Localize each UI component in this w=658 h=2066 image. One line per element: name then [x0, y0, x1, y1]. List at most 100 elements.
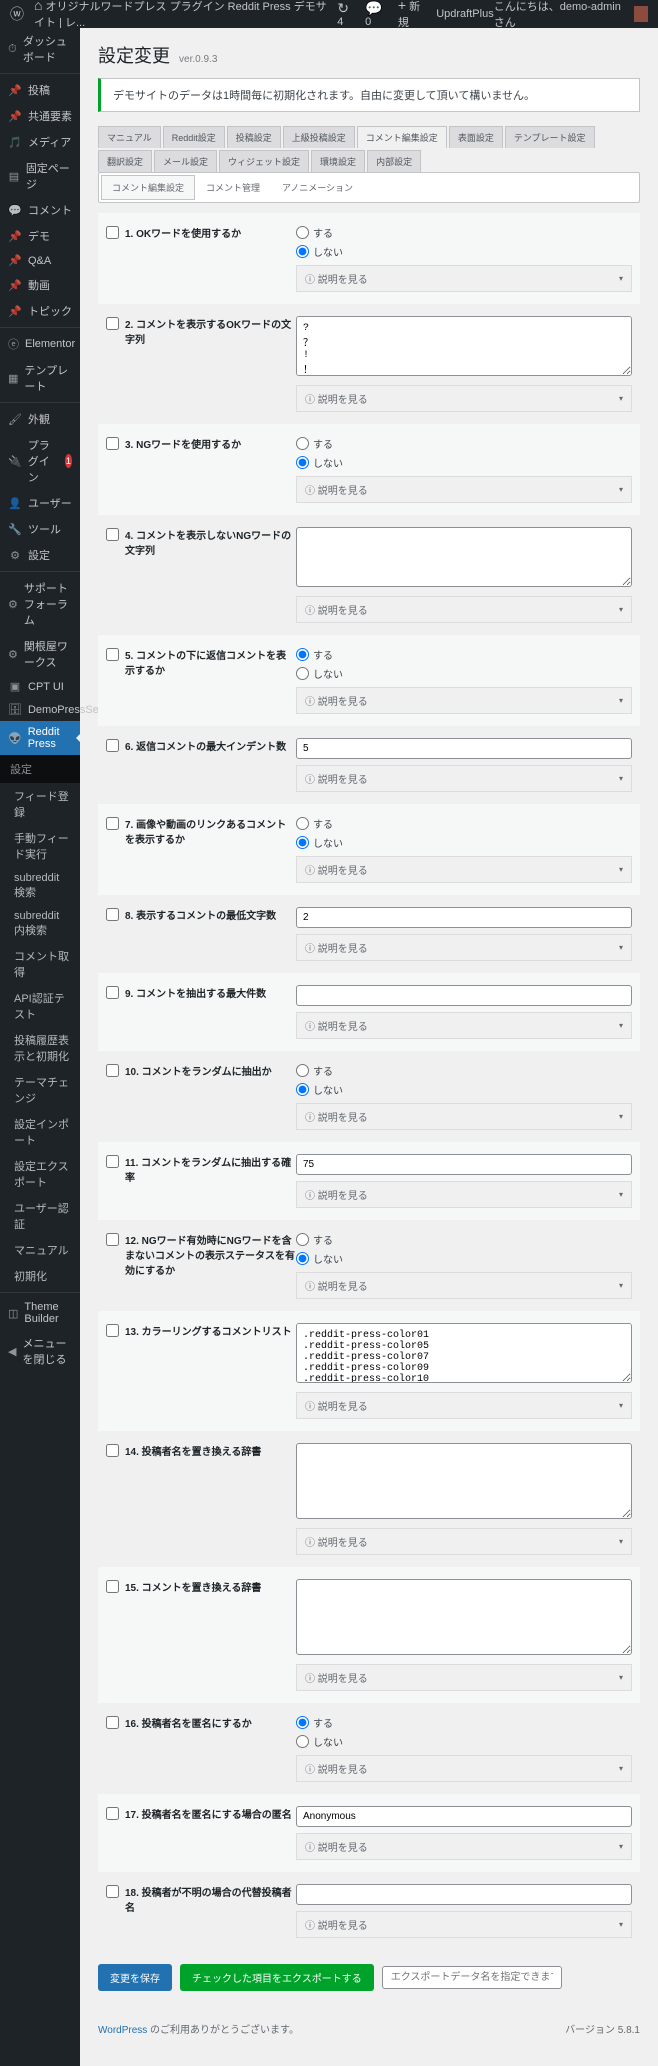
textarea-field[interactable]	[296, 527, 632, 587]
radio-option[interactable]: する	[296, 436, 632, 451]
radio-option[interactable]: する	[296, 816, 632, 831]
export-name-input[interactable]	[382, 1966, 562, 1989]
sidebar-item-settings[interactable]: ⚙設定	[0, 542, 80, 568]
row-checkbox[interactable]	[106, 226, 119, 239]
subtab[interactable]: コメント管理	[195, 175, 271, 200]
row-checkbox[interactable]	[106, 1064, 119, 1077]
info-toggle[interactable]: ⓘ 説明を見る	[296, 1833, 632, 1860]
new-content-link[interactable]: + 新規	[398, 0, 426, 30]
updates-link[interactable]: ↻ 4	[337, 1, 355, 28]
sidebar-sub-item[interactable]: subreddit検索	[0, 867, 80, 905]
subtab[interactable]: コメント編集設定	[101, 175, 195, 200]
sidebar-sub-item[interactable]: 投稿履歴表示と初期化	[0, 1027, 80, 1069]
avatar[interactable]	[634, 6, 648, 22]
tab[interactable]: コメント編集設定	[357, 126, 447, 148]
info-toggle[interactable]: ⓘ 説明を見る	[296, 596, 632, 623]
row-checkbox[interactable]	[106, 1233, 119, 1246]
sidebar-collapse[interactable]: ◀メニューを閉じる	[0, 1330, 80, 1372]
row-checkbox[interactable]	[106, 648, 119, 661]
tab[interactable]: マニュアル	[98, 126, 161, 148]
row-checkbox[interactable]	[106, 817, 119, 830]
sidebar-item-template[interactable]: ▦テンプレート	[0, 357, 80, 399]
info-toggle[interactable]: ⓘ 説明を見る	[296, 1528, 632, 1555]
sidebar-item-appearance[interactable]: 🖌外観	[0, 406, 80, 432]
row-checkbox[interactable]	[106, 1324, 119, 1337]
sidebar-item-plugins[interactable]: 🔌プラグイン1	[0, 432, 80, 490]
sidebar-item-related[interactable]: ⚙関根屋ワークス	[0, 633, 80, 675]
row-checkbox[interactable]	[106, 1807, 119, 1820]
sidebar-item-theme-builder[interactable]: ◫Theme Builder	[0, 1296, 80, 1330]
row-checkbox[interactable]	[106, 317, 119, 330]
sidebar-item-topic[interactable]: 📌トピック	[0, 298, 80, 324]
radio-option[interactable]: しない	[296, 835, 632, 850]
radio-option[interactable]: しない	[296, 455, 632, 470]
info-toggle[interactable]: ⓘ 説明を見る	[296, 265, 632, 292]
textarea-field[interactable]	[296, 316, 632, 376]
sidebar-item-media[interactable]: 🎵メディア	[0, 129, 80, 155]
info-toggle[interactable]: ⓘ 説明を見る	[296, 1103, 632, 1130]
radio-option[interactable]: する	[296, 647, 632, 662]
sidebar-item-qa[interactable]: 📌Q&A	[0, 249, 80, 272]
row-checkbox[interactable]	[106, 528, 119, 541]
text-field[interactable]	[296, 985, 632, 1006]
row-checkbox[interactable]	[106, 1716, 119, 1729]
save-button[interactable]: 変更を保存	[98, 1964, 172, 1991]
tab[interactable]: 表面設定	[449, 126, 503, 148]
row-checkbox[interactable]	[106, 739, 119, 752]
sidebar-item-tools[interactable]: 🔧ツール	[0, 516, 80, 542]
info-toggle[interactable]: ⓘ 説明を見る	[296, 476, 632, 503]
textarea-field[interactable]	[296, 1323, 632, 1383]
row-checkbox[interactable]	[106, 986, 119, 999]
info-toggle[interactable]: ⓘ 説明を見る	[296, 1911, 632, 1938]
sidebar-item-posts[interactable]: 📌投稿	[0, 77, 80, 103]
updraft-link[interactable]: UpdraftPlus	[436, 8, 493, 20]
text-field[interactable]	[296, 1806, 632, 1827]
tab[interactable]: テンプレート設定	[505, 126, 595, 148]
info-toggle[interactable]: ⓘ 説明を見る	[296, 1664, 632, 1691]
info-toggle[interactable]: ⓘ 説明を見る	[296, 1272, 632, 1299]
subtab[interactable]: アノニメーション	[271, 175, 364, 200]
sidebar-item-cpt[interactable]: ▣CPT UI	[0, 675, 80, 698]
sidebar-sub-item[interactable]: ユーザー認証	[0, 1195, 80, 1237]
radio-option[interactable]: しない	[296, 1251, 632, 1266]
info-toggle[interactable]: ⓘ 説明を見る	[296, 1392, 632, 1419]
sidebar-item-support[interactable]: ⚙サポートフォーラム	[0, 575, 80, 633]
site-home-link[interactable]: ⌂ オリジナルワードプレス プラグイン Reddit Press デモサイト |…	[34, 0, 327, 30]
tab[interactable]: メール設定	[154, 150, 217, 172]
radio-option[interactable]: しない	[296, 1082, 632, 1097]
info-toggle[interactable]: ⓘ 説明を見る	[296, 385, 632, 412]
radio-option[interactable]: しない	[296, 1734, 632, 1749]
sidebar-sub-item[interactable]: マニュアル	[0, 1237, 80, 1263]
sidebar-sub-item[interactable]: テーマチェンジ	[0, 1069, 80, 1111]
export-button[interactable]: チェックした項目をエクスポートする	[180, 1964, 374, 1991]
text-field[interactable]	[296, 1884, 632, 1905]
row-checkbox[interactable]	[106, 908, 119, 921]
tab[interactable]: 上級投稿設定	[283, 126, 355, 148]
radio-option[interactable]: しない	[296, 244, 632, 259]
sidebar-item-comments[interactable]: 💬コメント	[0, 197, 80, 223]
sidebar-item-shared[interactable]: 📌共通要素	[0, 103, 80, 129]
info-toggle[interactable]: ⓘ 説明を見る	[296, 856, 632, 883]
radio-option[interactable]: しない	[296, 666, 632, 681]
tab[interactable]: ウィジェット設定	[219, 150, 309, 172]
info-toggle[interactable]: ⓘ 説明を見る	[296, 1755, 632, 1782]
sidebar-item-reddit[interactable]: 👽Reddit Press	[0, 721, 80, 755]
radio-option[interactable]: する	[296, 1232, 632, 1247]
sidebar-sub-item[interactable]: フィード登録	[0, 783, 80, 825]
info-toggle[interactable]: ⓘ 説明を見る	[296, 687, 632, 714]
tab[interactable]: 内部設定	[367, 150, 421, 172]
radio-option[interactable]: する	[296, 1063, 632, 1078]
sidebar-sub-item[interactable]: 初期化	[0, 1263, 80, 1289]
textarea-field[interactable]	[296, 1579, 632, 1655]
info-toggle[interactable]: ⓘ 説明を見る	[296, 934, 632, 961]
info-toggle[interactable]: ⓘ 説明を見る	[296, 1181, 632, 1208]
wp-link[interactable]: WordPress	[98, 2025, 147, 2036]
sidebar-item-video[interactable]: 📌動画	[0, 272, 80, 298]
sidebar-sub-item[interactable]: 設定エクスポート	[0, 1153, 80, 1195]
sidebar-item-pages[interactable]: ▤固定ページ	[0, 155, 80, 197]
sidebar-item-elementor[interactable]: ⓔElementor	[0, 331, 80, 357]
row-checkbox[interactable]	[106, 437, 119, 450]
sidebar-item-demo[interactable]: 📌デモ	[0, 223, 80, 249]
comments-link[interactable]: 💬 0	[365, 1, 388, 28]
row-checkbox[interactable]	[106, 1444, 119, 1457]
